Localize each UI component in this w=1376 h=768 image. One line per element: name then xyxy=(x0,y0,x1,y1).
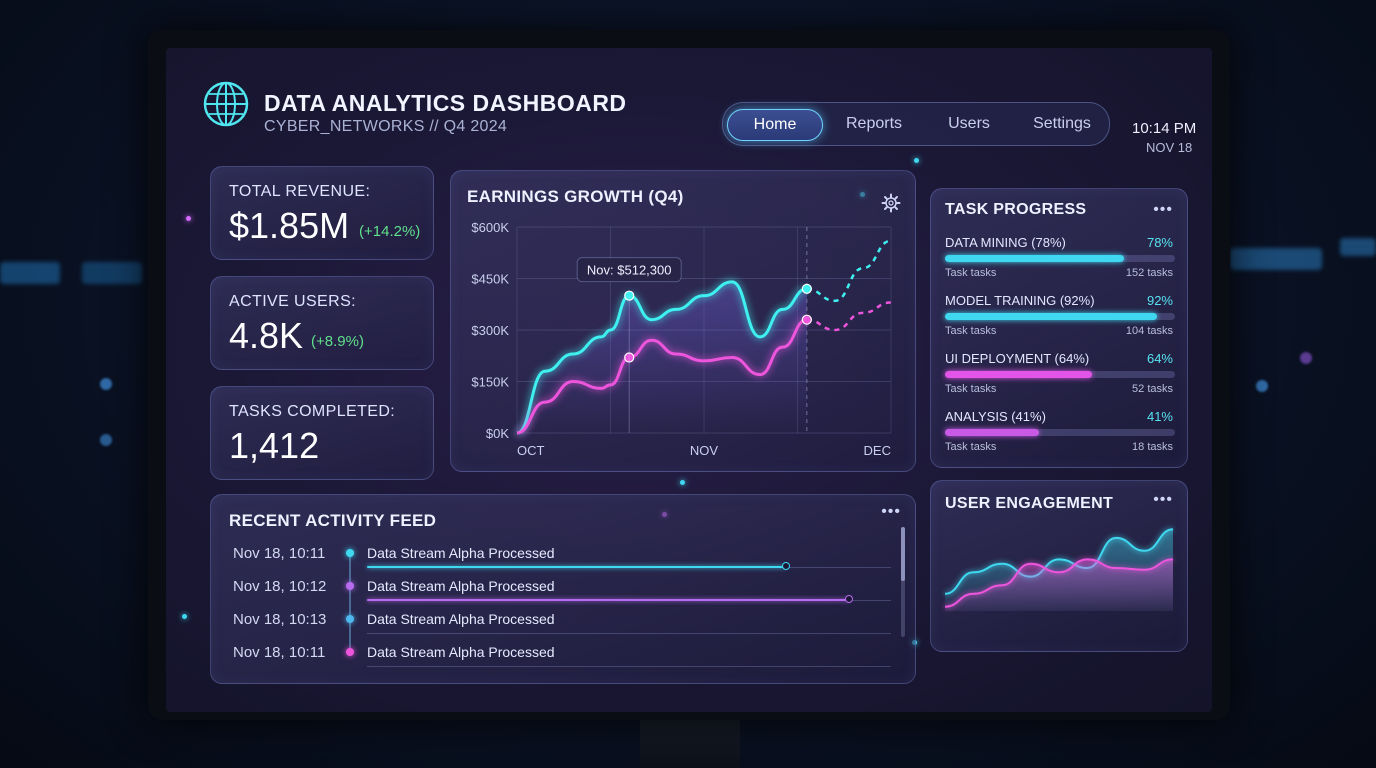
main-nav: Home Reports Users Settings xyxy=(722,102,1110,146)
background-light xyxy=(1300,352,1312,364)
task-count: 18 tasks xyxy=(1132,441,1173,453)
x-tick-label: OCT xyxy=(517,443,545,458)
decor-spark xyxy=(182,614,187,619)
series-line-forecast xyxy=(806,239,892,303)
timeline-node xyxy=(346,648,354,656)
stat-delta: (+8.9%) xyxy=(311,333,364,350)
stat-value: $1.85M xyxy=(229,205,350,246)
dashboard-screen: DATA ANALYTICS DASHBOARD CYBER_NETWORKS … xyxy=(166,48,1212,712)
task-progress-fill xyxy=(945,255,1125,262)
stat-delta: (+14.2%) xyxy=(359,223,421,240)
scroll-thumb[interactable] xyxy=(901,527,905,581)
background-light xyxy=(82,262,142,284)
y-tick-label: $450K xyxy=(471,272,509,287)
page-title: DATA ANALYTICS DASHBOARD xyxy=(264,90,627,116)
task-count: 152 tasks xyxy=(1125,267,1173,279)
engagement-area-chart xyxy=(944,528,1174,611)
y-tick-label: $300K xyxy=(471,323,509,338)
x-tick-label: DEC xyxy=(864,443,891,458)
decor-spark xyxy=(186,216,191,221)
stat-value: 4.8K xyxy=(229,315,304,356)
timeline-node xyxy=(346,582,354,590)
feed-progress-bar xyxy=(367,566,787,568)
earnings-line-chart: $600K $450K $300K $150K $0K OCT NOV DEC Nov: $51… xyxy=(471,220,892,458)
background-light xyxy=(100,378,112,390)
user-engagement-panel: USER ENGAGEMENT ••• xyxy=(930,480,1188,652)
task-percent: 78% xyxy=(1146,235,1173,250)
feed-date: Nov 18, 10:12 xyxy=(233,578,327,595)
stat-label: TASKS COMPLETED: xyxy=(229,403,396,420)
feed-scrollbar[interactable] xyxy=(901,527,905,637)
data-point xyxy=(801,283,812,294)
series-area xyxy=(517,281,807,433)
background-light xyxy=(1340,238,1376,256)
task-count: 104 tasks xyxy=(1125,325,1173,337)
task-sub-label: Task tasks xyxy=(945,383,997,395)
task-sub-label: Task tasks xyxy=(945,267,997,279)
nav-users[interactable]: Users xyxy=(929,109,1009,139)
task-sub-label: Task tasks xyxy=(945,325,997,337)
feed-divider xyxy=(367,633,891,634)
timeline-node xyxy=(346,615,354,623)
task-sub-label: Task tasks xyxy=(945,441,997,453)
task-progress-track xyxy=(945,255,1175,262)
nav-settings[interactable]: Settings xyxy=(1019,109,1105,139)
feed-date: Nov 18, 10:13 xyxy=(233,611,327,628)
stat-label: TOTAL REVENUE: xyxy=(229,183,371,200)
task-label: DATA MINING (78%) xyxy=(945,235,1066,250)
task-progress-fill xyxy=(945,313,1157,320)
task-progress-track xyxy=(945,313,1175,320)
decor-spark xyxy=(914,158,919,163)
earnings-chart-panel: EARNINGS GROWTH (Q4) $600K $450K $300K $150… xyxy=(450,170,916,472)
feed-item-text[interactable]: Data Stream Alpha Processed xyxy=(367,644,555,660)
panel-title: TASK PROGRESS xyxy=(945,201,1087,218)
task-progress-fill xyxy=(945,371,1093,378)
y-tick-label: $600K xyxy=(471,220,509,235)
nav-reports[interactable]: Reports xyxy=(833,109,915,139)
data-point xyxy=(801,314,812,325)
stat-card-users: ACTIVE USERS: 4.8K (+8.9%) xyxy=(210,276,434,370)
task-label: ANALYSIS (41%) xyxy=(945,409,1046,424)
stat-value: 1,412 xyxy=(229,425,320,466)
decor-spark xyxy=(680,480,685,485)
clock-time: 10:14 PM xyxy=(1132,120,1197,137)
stat-label: ACTIVE USERS: xyxy=(229,293,357,310)
feed-date: Nov 18, 10:11 xyxy=(233,644,326,661)
background-light xyxy=(100,434,112,446)
page-subtitle: CYBER_NETWORKS // Q4 2024 xyxy=(264,118,508,135)
task-count: 52 tasks xyxy=(1132,383,1173,395)
task-progress-fill xyxy=(945,429,1040,436)
task-label: MODEL TRAINING (92%) xyxy=(945,293,1095,308)
feed-date: Nov 18, 10:11 xyxy=(233,545,326,562)
stat-card-revenue: TOTAL REVENUE: $1.85M (+14.2%) xyxy=(210,166,434,260)
tooltip-label: Nov: $512,300 xyxy=(587,263,672,278)
task-label: UI DEPLOYMENT (64%) xyxy=(945,351,1090,366)
feed-item-text[interactable]: Data Stream Alpha Processed xyxy=(367,578,555,594)
series-line-forecast xyxy=(806,301,892,332)
timeline-node xyxy=(346,549,354,557)
background-light xyxy=(1230,248,1322,270)
y-tick-label: $150K xyxy=(471,375,509,390)
task-progress-panel: TASK PROGRESS ••• DATA MINING (78%) 78% Ta… xyxy=(930,188,1188,468)
more-icon[interactable]: ••• xyxy=(1153,201,1173,219)
x-tick-label: NOV xyxy=(690,443,719,458)
globe-icon xyxy=(203,81,249,127)
feed-progress-bar xyxy=(367,599,850,601)
task-percent: 64% xyxy=(1146,351,1173,366)
clock-date: NOV 18 xyxy=(1146,140,1193,155)
background-light xyxy=(1256,380,1268,392)
nav-home[interactable]: Home xyxy=(727,109,823,141)
feed-item-text[interactable]: Data Stream Alpha Processed xyxy=(367,545,555,561)
task-progress-track xyxy=(945,371,1175,378)
task-percent: 92% xyxy=(1146,293,1173,308)
background-light xyxy=(0,262,60,284)
feed-divider xyxy=(367,666,891,667)
activity-feed-panel: RECENT ACTIVITY FEED ••• Nov 18, 10:11 Da… xyxy=(210,494,916,684)
stat-card-tasks: TASKS COMPLETED: 1,412 xyxy=(210,386,434,480)
task-percent: 41% xyxy=(1146,409,1173,424)
task-progress-track xyxy=(945,429,1175,436)
y-tick-label: $0K xyxy=(486,426,509,441)
feed-item-text[interactable]: Data Stream Alpha Processed xyxy=(367,611,555,627)
